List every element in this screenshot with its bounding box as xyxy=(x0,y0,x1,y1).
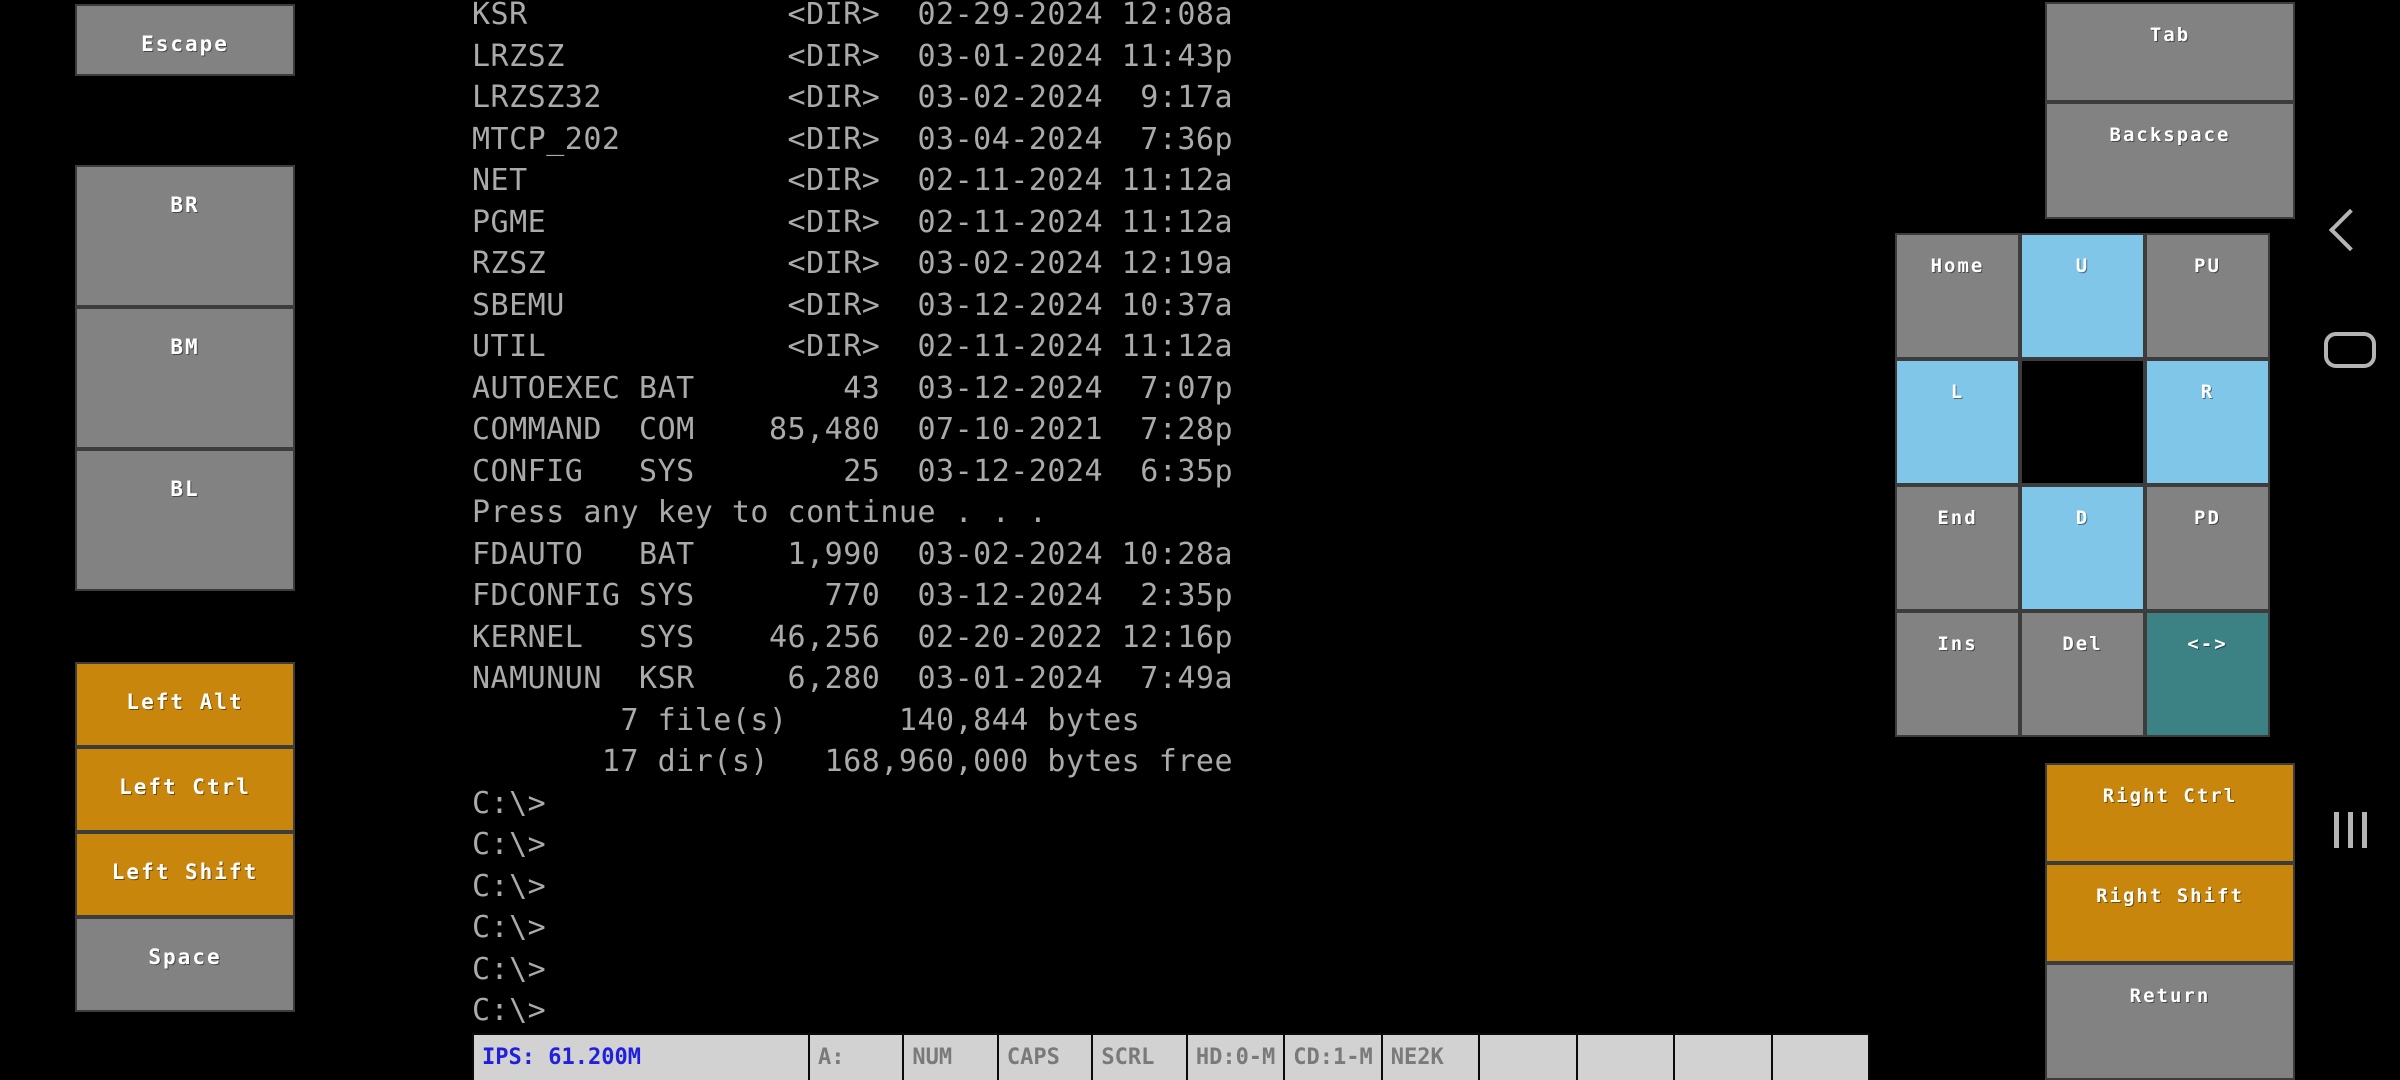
key-br[interactable]: BR xyxy=(75,165,295,307)
status-cell-num: NUM xyxy=(904,1035,999,1080)
key-right-shift[interactable]: Right Shift xyxy=(2045,863,2295,963)
key-center-blank xyxy=(2020,359,2145,485)
terminal-line: UTIL <DIR> 02-11-2024 11:12a xyxy=(472,329,1234,364)
terminal-line: C:\> xyxy=(472,910,547,945)
status-cell-empty-11 xyxy=(1773,1035,1870,1080)
recents-button[interactable] xyxy=(2300,790,2400,870)
terminal-line: C:\> xyxy=(472,868,547,904)
status-cell-caps: CAPS xyxy=(999,1035,1094,1080)
back-button[interactable] xyxy=(2300,190,2400,270)
terminal-line: C:\> xyxy=(472,993,547,1028)
terminal-line: KERNEL SYS 46,256 02-20-2022 12:16p xyxy=(472,619,1234,655)
status-cell-ne2k: NE2K xyxy=(1383,1035,1481,1080)
terminal-line: LRZSZ <DIR> 03-01-2024 11:43p xyxy=(472,38,1234,74)
terminal-line: CONFIG SYS 25 03-12-2024 6:35p xyxy=(472,453,1234,489)
key-escape[interactable]: Escape xyxy=(75,4,295,76)
recents-bars-icon xyxy=(2333,812,2367,848)
terminal-line: Press any key to continue . . . xyxy=(472,495,1048,530)
terminal-line: C:\> xyxy=(472,827,547,862)
home-rounded-rect-icon xyxy=(2324,332,2376,368)
key-end[interactable]: End xyxy=(1895,485,2020,611)
terminal-line: FDAUTO BAT 1,990 03-02-2024 10:28a xyxy=(472,536,1234,572)
key-center-blank[interactable]: <-> xyxy=(2145,611,2270,737)
status-cell-a: A: xyxy=(810,1035,905,1080)
key-left-shift[interactable]: Left Shift xyxy=(75,832,295,917)
status-cell-scrl: SCRL xyxy=(1093,1035,1188,1080)
terminal-line: C:\> xyxy=(472,785,547,821)
terminal-line: AUTOEXEC BAT 43 03-12-2024 7:07p xyxy=(472,370,1234,406)
key-return[interactable]: Return xyxy=(2045,963,2295,1080)
key-tab[interactable]: Tab xyxy=(2045,2,2295,102)
terminal-line: LRZSZ32 <DIR> 03-02-2024 9:17a xyxy=(472,80,1234,115)
terminal-line: 17 dir(s) 168,960,000 bytes free xyxy=(472,744,1234,779)
terminal-line: KSR <DIR> 02-29-2024 12:08a xyxy=(472,0,1234,32)
key-del[interactable]: Del xyxy=(2020,611,2145,737)
status-cell-cd-1-m: CD:1-M xyxy=(1285,1035,1383,1080)
key-ins[interactable]: Ins xyxy=(1895,611,2020,737)
key-l[interactable]: L xyxy=(1895,359,2020,485)
key-left-alt[interactable]: Left Alt xyxy=(75,662,295,747)
key-home[interactable]: Home xyxy=(1895,233,2020,359)
status-cell-hd-0-m: HD:0-M xyxy=(1188,1035,1286,1080)
android-navigation-bar xyxy=(2300,0,2400,1080)
terminal-line: 7 file(s) 140,844 bytes xyxy=(472,702,1141,738)
key-backspace[interactable]: Backspace xyxy=(2045,102,2295,219)
key-bm[interactable]: BM xyxy=(75,307,295,449)
key-left-ctrl[interactable]: Left Ctrl xyxy=(75,747,295,832)
status-cell-empty-10 xyxy=(1675,1035,1773,1080)
key-d[interactable]: D xyxy=(2020,485,2145,611)
terminal-line: FDCONFIG SYS 770 03-12-2024 2:35p xyxy=(472,578,1234,613)
terminal-line: MTCP_202 <DIR> 03-04-2024 7:36p xyxy=(472,121,1234,157)
key-bl[interactable]: BL xyxy=(75,449,295,591)
terminal-line: C:\> xyxy=(472,951,547,987)
key-pu[interactable]: PU xyxy=(2145,233,2270,359)
right-key-panel: Tab Backspace Home U PU L R End D PD Ins Del <-> Righ… xyxy=(1895,0,2295,1080)
key-r[interactable]: R xyxy=(2145,359,2270,485)
home-button[interactable] xyxy=(2300,310,2400,390)
emulator-status-bar: IPS: 61.200M A: NUM CAPS SCRL HD:0-M CD:1-M NE2… xyxy=(472,1033,1870,1080)
chevron-left-icon xyxy=(2328,208,2372,252)
terminal-line: PGME <DIR> 02-11-2024 11:12a xyxy=(472,204,1234,240)
key-u[interactable]: U xyxy=(2020,233,2145,359)
status-cell-ips-61-200m: IPS: 61.200M xyxy=(472,1035,810,1080)
terminal-output: KSR <DIR> 02-29-2024 12:08a LRZSZ <DIR> 0… xyxy=(472,0,1233,1032)
terminal-line: COMMAND COM 85,480 07-10-2021 7:28p xyxy=(472,412,1234,447)
terminal-line: SBEMU <DIR> 03-12-2024 10:37a xyxy=(472,287,1234,323)
key-space[interactable]: Space xyxy=(75,917,295,1012)
status-cell-empty-9 xyxy=(1578,1035,1676,1080)
key-right-ctrl[interactable]: Right Ctrl xyxy=(2045,763,2295,863)
terminal-line: RZSZ <DIR> 03-02-2024 12:19a xyxy=(472,246,1234,281)
terminal-line: NET <DIR> 02-11-2024 11:12a xyxy=(472,163,1234,198)
key-pd[interactable]: PD xyxy=(2145,485,2270,611)
terminal-line: NAMUNUN KSR 6,280 03-01-2024 7:49a xyxy=(472,661,1234,696)
left-key-panel: Escape BR BM BL Left Alt Left Ctrl Left Shift S… xyxy=(75,0,295,1080)
status-cell-empty-8 xyxy=(1480,1035,1578,1080)
